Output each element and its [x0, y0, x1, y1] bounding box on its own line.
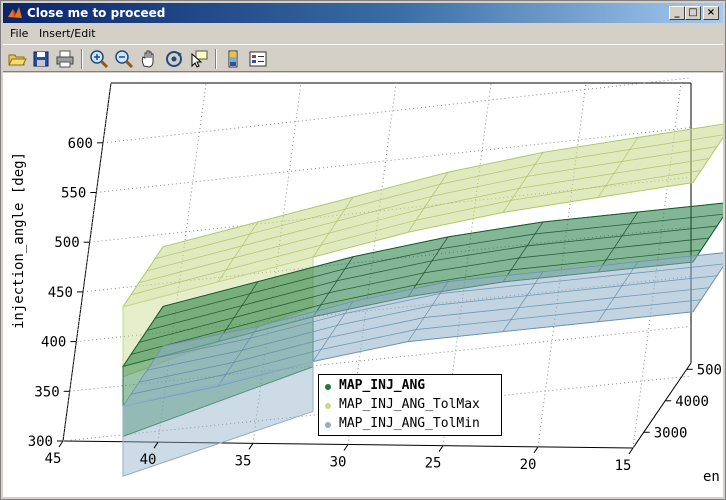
toolbar-separator [215, 49, 217, 69]
x-tick-label: 15 [615, 458, 632, 474]
x-tick [438, 445, 444, 452]
z-gridline [102, 77, 692, 144]
legend-icon[interactable] [247, 48, 269, 70]
x-tick-label: 25 [425, 456, 442, 472]
data-cursor-icon[interactable] [188, 48, 210, 70]
x-tick [628, 447, 634, 455]
legend-label: MAP_INJ_ANG_TolMax [339, 397, 480, 412]
z-tick-label: 500 [54, 235, 79, 251]
pan-hand-icon[interactable] [138, 48, 160, 70]
maximize-button[interactable]: □ [685, 6, 701, 20]
title-bar[interactable]: Close me to proceed _ □ × [3, 3, 723, 23]
colorbar-icon[interactable] [222, 48, 244, 70]
x-tick [248, 443, 254, 450]
x-tick [533, 446, 539, 454]
menu-insert-edit[interactable]: Insert/Edit [39, 27, 96, 40]
x-tick-label: 30 [330, 455, 347, 471]
figure-window: Close me to proceed _ □ × File Insert/Ed… [0, 0, 726, 500]
z-tick-label: 450 [48, 285, 73, 301]
y-axis-label: en [703, 469, 720, 485]
z-tick-label: 550 [61, 186, 86, 202]
rotate-3d-icon[interactable] [163, 48, 185, 70]
legend[interactable]: MAP_INJ_ANG MAP_INJ_ANG_TolMax MAP_INJ_A… [318, 374, 502, 436]
x-tick [343, 444, 349, 451]
print-icon[interactable] [54, 48, 76, 70]
open-icon[interactable] [6, 48, 28, 70]
z-tick-label: 300 [28, 434, 53, 450]
close-button[interactable]: × [703, 6, 719, 20]
window-title: Close me to proceed [27, 6, 166, 20]
x-tick [58, 440, 64, 448]
x-tick-label: 45 [45, 451, 62, 467]
menu-bar: File Insert/Edit [3, 24, 723, 43]
z-axis-label: injection_angle [deg] [11, 152, 27, 329]
matlab-icon [8, 7, 22, 18]
zoom-in-icon[interactable] [88, 48, 110, 70]
legend-marker [325, 422, 331, 428]
legend-label: MAP_INJ_ANG_TolMin [339, 416, 480, 431]
z-tick-label: 600 [68, 136, 93, 152]
y-tick-label: 3000 [654, 425, 688, 441]
figure-canvas[interactable]: 300 350 400 450 500 550 600 45 40 35 30 25 20 15 3000 4… [3, 73, 723, 497]
legend-marker [325, 403, 331, 409]
toolbar-separator [81, 49, 83, 69]
zoom-out-icon[interactable] [113, 48, 135, 70]
x-tick-label: 35 [235, 453, 252, 469]
z-tick-label: 350 [34, 384, 59, 400]
y-tick-label: 4000 [675, 394, 709, 410]
save-icon[interactable] [30, 48, 52, 70]
y-tick-label: 5000 [697, 362, 723, 378]
x-tick-label: 40 [140, 452, 157, 468]
menu-file[interactable]: File [10, 27, 28, 40]
x-tick-label: 20 [520, 457, 537, 473]
legend-marker [325, 384, 331, 390]
minimize-button[interactable]: _ [669, 6, 685, 20]
toolbar [3, 44, 723, 72]
legend-label: MAP_INJ_ANG [339, 378, 426, 393]
z-tick-label: 400 [41, 335, 66, 351]
